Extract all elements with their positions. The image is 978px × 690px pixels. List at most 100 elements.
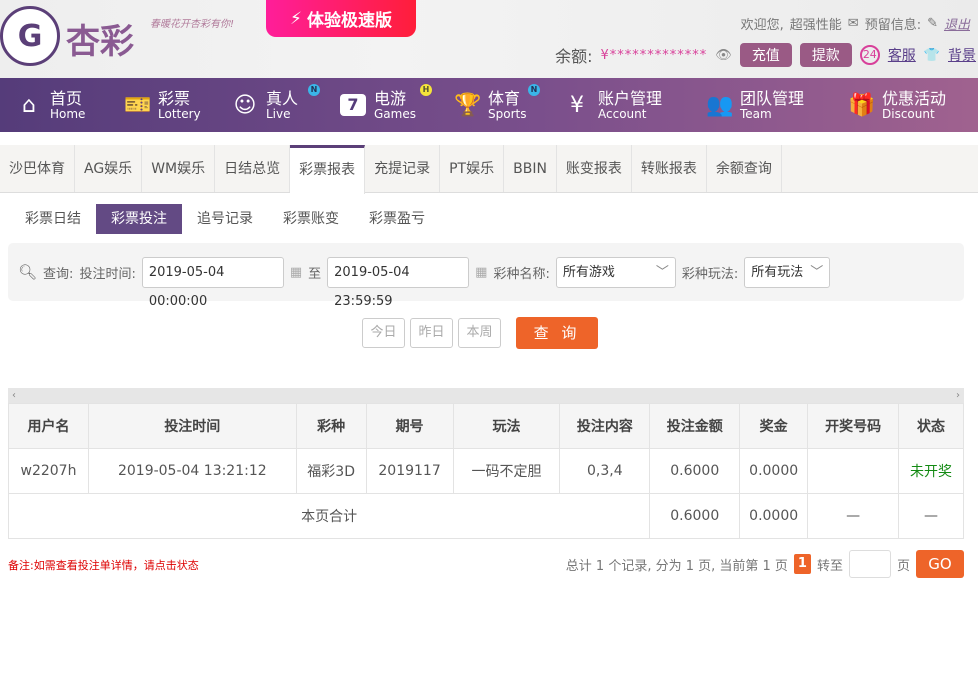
gift-icon: 🎁 [848, 92, 876, 118]
trophy-icon: 🏆 [454, 92, 482, 118]
nav-lottery[interactable]: 🎫 彩票 Lottery [124, 78, 232, 132]
col-amount: 投注金额 [649, 403, 741, 449]
subtab-bets[interactable]: 彩票投注 [96, 204, 182, 234]
calendar-icon[interactable]: ▦ [290, 265, 302, 280]
scroll-right-icon[interactable]: › [956, 388, 960, 403]
col-draw-number: 开奖号码 [807, 403, 900, 449]
slogan: 春暖花开杏彩有你! [150, 19, 235, 30]
nav-sublabel: Sports [488, 106, 527, 121]
chevron-down-icon: ﹀ [810, 264, 824, 280]
yesterday-button[interactable]: 昨日 [410, 318, 453, 348]
tab-lottery-report[interactable]: 彩票报表 [290, 145, 366, 194]
nav-home[interactable]: ⌂ 首页 Home [16, 78, 124, 132]
tab-transfer[interactable]: 转账报表 [632, 145, 707, 192]
col-bet-time: 投注时间 [87, 403, 297, 449]
game-value: 所有游戏 [562, 264, 615, 280]
nav-label: 首页 [50, 88, 83, 108]
nav-sublabel: Lottery [158, 106, 201, 121]
nav-account[interactable]: ¥ 账户管理 Account [564, 78, 706, 132]
speed-version-button[interactable]: ⚡ 体验极速版 [266, 0, 416, 37]
nav-games[interactable]: 7 电游 Games H [340, 78, 454, 132]
week-button[interactable]: 本周 [458, 318, 501, 348]
today-button[interactable]: 今日 [362, 318, 405, 348]
calendar-icon[interactable]: ▦ [475, 265, 487, 280]
time-label: 投注时间: [79, 266, 136, 282]
logo-text[interactable]: 杏彩 [66, 14, 134, 63]
cell-lottery: 福彩3D [295, 448, 367, 494]
service-link[interactable]: 客服 [888, 45, 916, 65]
nav-discount[interactable]: 🎁 优惠活动 Discount [848, 78, 968, 132]
nav-sublabel: Account [598, 106, 647, 121]
deposit-button[interactable]: 充值 [739, 43, 792, 67]
end-time-input[interactable]: 2019-05-04 23:59:59 [327, 256, 470, 309]
filter-bar: 🔍︎ 查询: 投注时间: 2019-05-04 00:00:00 ▦ 至 201… [8, 243, 964, 309]
col-bonus: 奖金 [739, 403, 809, 449]
subtab-chase[interactable]: 追号记录 [182, 204, 268, 234]
search-icon: 🔍︎ [18, 263, 38, 281]
nav-team[interactable]: 👥 团队管理 Team [706, 78, 848, 132]
lightning-icon: ⚡ [290, 8, 302, 29]
tab-account-change[interactable]: 账变报表 [557, 145, 632, 192]
tab-pt[interactable]: PT娱乐 [440, 145, 505, 192]
tab-wm[interactable]: WM娱乐 [142, 145, 216, 192]
nav-sublabel: Discount [882, 106, 935, 121]
balance-masked: ************* [609, 47, 708, 63]
currency: ¥ [600, 47, 610, 63]
edit-icon[interactable]: ✎ [927, 16, 938, 31]
nav-label: 团队管理 [740, 88, 805, 108]
withdraw-button[interactable]: 提款 [799, 43, 852, 67]
logo-icon[interactable]: G [0, 6, 60, 66]
play-select[interactable]: 所有玩法 ﹀ [744, 256, 831, 288]
game-select[interactable]: 所有游戏 ﹀ [555, 256, 676, 288]
tab-bbin[interactable]: BBIN [504, 145, 557, 192]
pager-summary: 总计 1 个记录, 分为 1 页, 当前第 1 页 [565, 558, 788, 574]
col-status: 状态 [898, 403, 964, 449]
balance-label: 余额: [555, 47, 593, 66]
to-label: 至 [308, 266, 322, 282]
scroll-left-icon[interactable]: ‹ [12, 388, 16, 403]
status-link[interactable]: 未开奖 [898, 448, 964, 494]
nav-sports[interactable]: 🏆 体育 Sports N [454, 78, 564, 132]
new-badge: N [308, 84, 320, 96]
subtab-daily[interactable]: 彩票日结 [10, 204, 96, 234]
tab-saba-sports[interactable]: 沙巴体育 [0, 145, 75, 192]
nav-sublabel: Games [374, 106, 416, 121]
go-button[interactable]: GO [916, 550, 964, 578]
logout-link[interactable]: 退出 [944, 14, 970, 33]
tab-deposit-withdraw[interactable]: 充提记录 [365, 145, 441, 192]
nav-label: 彩票 [158, 88, 191, 108]
table-header: 用户名 投注时间 彩种 期号 玩法 投注内容 投注金额 奖金 开奖号码 状态 [8, 403, 964, 449]
query-buttons: 今日 昨日 本周 查 询 [362, 317, 598, 349]
hot-badge: H [420, 84, 432, 96]
subtab-profit[interactable]: 彩票盈亏 [354, 204, 440, 234]
total-draw-number: — [807, 493, 900, 539]
page-label: 页 [896, 558, 910, 574]
tab-balance[interactable]: 余额查询 [707, 145, 782, 192]
shirt-icon: 👕 [923, 47, 940, 63]
total-row: 本页合计 0.6000 0.0000 — — [7, 493, 964, 539]
horizontal-scrollbar[interactable]: ‹ › [8, 388, 964, 403]
home-icon: ⌂ [22, 92, 36, 118]
background-link[interactable]: 背景 [948, 45, 976, 65]
table-row: w2207h 2019-05-04 13:21:12 福彩3D 2019117 … [8, 448, 964, 494]
tab-ag[interactable]: AG娱乐 [75, 145, 143, 192]
search-button[interactable]: 查 询 [516, 317, 598, 349]
sub-tabs: 彩票日结 彩票投注 追号记录 彩票账变 彩票盈亏 [10, 204, 440, 234]
tab-daily-overview[interactable]: 日结总览 [215, 145, 291, 192]
col-issue: 期号 [365, 403, 454, 449]
page-input[interactable] [848, 550, 891, 578]
nav-label: 真人 [266, 88, 299, 108]
nav-live[interactable]: ☺ 真人 Live N [232, 78, 340, 132]
subtab-account-change[interactable]: 彩票账变 [268, 204, 354, 234]
mail-icon[interactable]: ✉ [848, 16, 859, 31]
chevron-down-icon: ﹀ [655, 264, 669, 280]
col-content: 投注内容 [559, 403, 651, 449]
new-badge: N [528, 84, 540, 96]
message-label: 预留信息: [864, 18, 922, 33]
start-time-input[interactable]: 2019-05-04 00:00:00 [141, 256, 284, 309]
balance-bar: 余额: ¥************* 👁 充值 提款 24 客服 👕 背景 [555, 43, 976, 67]
eye-icon[interactable]: 👁 [715, 48, 732, 63]
cell-content: 0,3,4 [559, 448, 651, 494]
current-page[interactable]: 1 [793, 554, 811, 574]
team-icon: 👥 [706, 92, 734, 118]
